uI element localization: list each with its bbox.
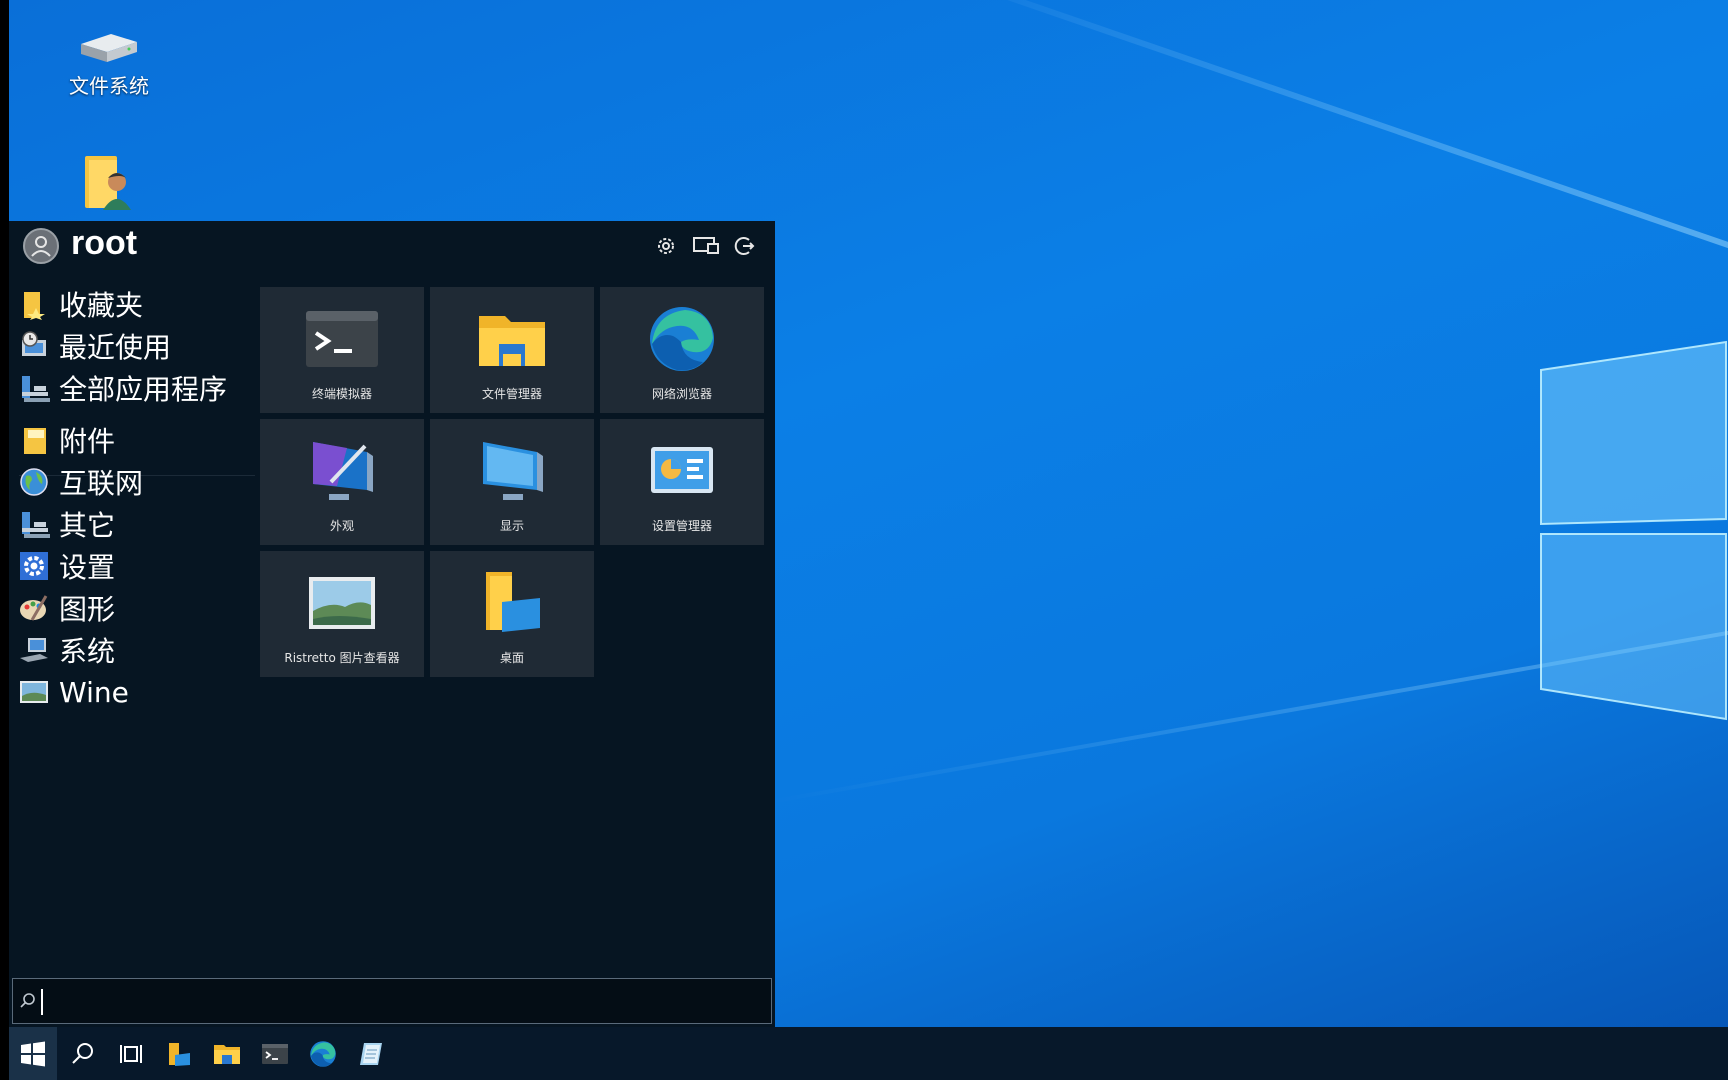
system-icon <box>20 638 48 662</box>
category-settings[interactable]: 设置 <box>15 545 255 587</box>
tile-web-browser[interactable]: 网络浏览器 <box>600 287 764 413</box>
category-label: 图形 <box>59 593 116 626</box>
graphics-palette-icon <box>20 595 48 621</box>
display-icon <box>693 237 719 254</box>
category-label: 系统 <box>59 635 116 668</box>
search-input[interactable] <box>45 983 765 1019</box>
recent-icon <box>22 331 46 356</box>
taskbar-notepad-button[interactable] <box>347 1027 395 1080</box>
terminal-icon <box>262 1043 288 1064</box>
desktop-icon-user-folder[interactable] <box>49 152 169 214</box>
settings-button[interactable] <box>653 233 679 259</box>
tile-appearance[interactable]: 外观 <box>260 419 424 545</box>
tile-label: 显示 <box>499 519 524 533</box>
notepad-icon <box>360 1042 382 1065</box>
tile-desktop[interactable]: 桌面 <box>430 551 594 677</box>
tile-label: 桌面 <box>499 651 524 665</box>
tile-label: 终端模拟器 <box>311 387 372 401</box>
start-menu-header: root <box>9 221 775 271</box>
tile-display[interactable]: 显示 <box>430 419 594 545</box>
web-browser-icon <box>650 307 714 371</box>
desktop-folder-icon <box>486 572 540 632</box>
task-view-icon <box>120 1044 142 1063</box>
category-label: 设置 <box>59 551 116 584</box>
appearance-icon <box>313 442 373 500</box>
logout-button[interactable] <box>731 233 757 259</box>
user-avatar-icon <box>31 236 51 257</box>
tile-settings-manager[interactable]: 设置管理器 <box>600 419 764 545</box>
desktop-icon-label: 文件系统 <box>69 74 149 98</box>
category-graphics[interactable]: 图形 <box>15 587 255 629</box>
edge-icon <box>310 1040 336 1067</box>
category-label: 附件 <box>59 425 116 458</box>
terminal-icon <box>306 311 378 367</box>
start-button[interactable] <box>9 1027 57 1080</box>
tile-label: Ristretto 图片查看器 <box>284 651 400 665</box>
search-box[interactable] <box>12 978 772 1024</box>
category-system[interactable]: 系统 <box>15 629 255 671</box>
taskbar-file-explorer-button[interactable] <box>203 1027 251 1080</box>
file-manager-icon <box>479 316 545 366</box>
all-apps-icon <box>22 376 50 402</box>
file-explorer-icon <box>214 1044 240 1064</box>
task-view-button[interactable] <box>107 1027 155 1080</box>
category-accessories[interactable]: 附件 <box>15 419 255 461</box>
tile-label: 网络浏览器 <box>651 387 712 401</box>
taskbar-terminal-button[interactable] <box>251 1027 299 1080</box>
username: root <box>71 224 138 262</box>
start-menu: root 收藏夹 最近使用 全部应用程序 附件 互联网 其它 设置 图形 系统 … <box>9 221 775 1027</box>
tile-file-manager[interactable]: 文件管理器 <box>430 287 594 413</box>
text-caret <box>41 989 43 1015</box>
tile-label: 设置管理器 <box>651 519 712 533</box>
category-internet[interactable]: 互联网 <box>15 461 255 503</box>
avatar[interactable] <box>23 228 59 264</box>
settings-manager-icon <box>651 447 713 493</box>
category-label: 最近使用 <box>59 331 172 364</box>
user-folder-icon <box>85 156 131 210</box>
taskbar-search-button[interactable] <box>59 1027 107 1080</box>
taskbar-edge-button[interactable] <box>299 1027 347 1080</box>
internet-globe-icon <box>20 468 48 496</box>
category-label: 全部应用程序 <box>59 373 228 406</box>
files-icon <box>169 1042 190 1066</box>
logout-icon <box>734 237 755 255</box>
category-label: 互联网 <box>59 467 144 500</box>
start-icon <box>21 1041 45 1066</box>
category-label: Wine <box>59 675 129 709</box>
tile-label: 文件管理器 <box>481 387 542 401</box>
display-settings-button[interactable] <box>691 233 721 259</box>
category-other[interactable]: 其它 <box>15 503 255 545</box>
windows-logo-wallpaper <box>1540 340 1727 721</box>
taskbar <box>9 1027 1728 1080</box>
image-viewer-icon <box>309 577 375 629</box>
search-icon <box>20 993 35 1008</box>
light-beam <box>908 0 1728 292</box>
tile-label: 外观 <box>329 519 354 533</box>
category-label: 其它 <box>59 509 116 542</box>
drive-icon <box>81 34 137 62</box>
category-label: 收藏夹 <box>59 289 144 322</box>
favorites-folder-icon <box>24 292 45 320</box>
wine-icon <box>20 681 48 703</box>
other-icon <box>22 512 50 538</box>
category-recent[interactable]: 最近使用 <box>15 325 255 367</box>
accessories-icon <box>24 428 46 454</box>
settings-icon <box>658 238 674 254</box>
display-monitor-icon <box>483 442 543 500</box>
taskbar-files-button[interactable] <box>155 1027 203 1080</box>
category-wine[interactable]: Wine <box>15 671 255 713</box>
desktop-icon-filesystem[interactable]: 文件系统 <box>49 30 169 99</box>
tile-image-viewer[interactable]: Ristretto 图片查看器 <box>260 551 424 677</box>
category-all-apps[interactable]: 全部应用程序 <box>15 367 255 409</box>
search-icon <box>72 1042 93 1064</box>
settings-gear-icon <box>20 552 48 580</box>
tile-terminal[interactable]: 终端模拟器 <box>260 287 424 413</box>
category-favorites[interactable]: 收藏夹 <box>15 283 255 325</box>
